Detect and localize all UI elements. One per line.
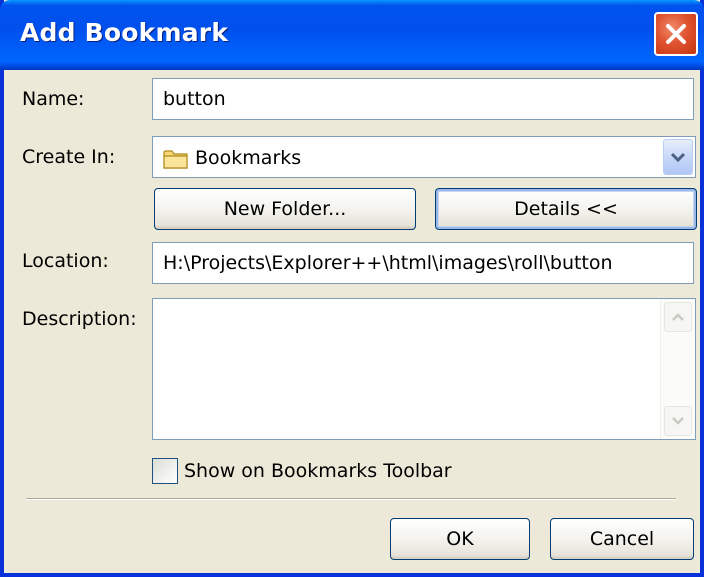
ok-button[interactable]: OK: [390, 518, 530, 560]
add-bookmark-dialog: Add Bookmark Name: button Create In: Boo…: [0, 0, 704, 577]
scroll-down-button[interactable]: [664, 406, 692, 436]
dialog-title: Add Bookmark: [20, 18, 229, 47]
cancel-button[interactable]: Cancel: [550, 518, 694, 560]
new-folder-button[interactable]: New Folder...: [154, 188, 416, 230]
create-in-value: Bookmarks: [195, 147, 302, 169]
location-label: Location:: [22, 250, 109, 272]
scroll-down-icon: [672, 417, 684, 425]
close-button[interactable]: [654, 12, 698, 56]
folder-icon: [163, 150, 188, 169]
create-in-select[interactable]: Bookmarks: [152, 136, 696, 178]
details-button[interactable]: Details <<: [435, 188, 697, 230]
show-toolbar-checkbox[interactable]: [152, 458, 178, 484]
dialog-body: Name: button Create In: Bookmarks New Fo…: [4, 70, 700, 573]
name-label: Name:: [22, 88, 85, 110]
name-input[interactable]: button: [152, 78, 694, 120]
dropdown-button[interactable]: [663, 139, 693, 175]
chevron-down-icon: [670, 152, 686, 163]
description-scrollbar[interactable]: [660, 299, 695, 439]
description-label: Description:: [22, 308, 137, 330]
scroll-up-icon: [672, 313, 684, 321]
show-toolbar-label[interactable]: Show on Bookmarks Toolbar: [184, 460, 452, 482]
footer-separator: [26, 498, 676, 500]
create-in-label: Create In:: [22, 146, 116, 168]
close-icon: [666, 24, 686, 44]
location-input[interactable]: H:\Projects\Explorer++\html\images\roll\…: [152, 242, 694, 284]
description-textarea[interactable]: [152, 298, 696, 440]
scroll-up-button[interactable]: [664, 302, 692, 332]
title-bar[interactable]: Add Bookmark: [0, 0, 704, 70]
